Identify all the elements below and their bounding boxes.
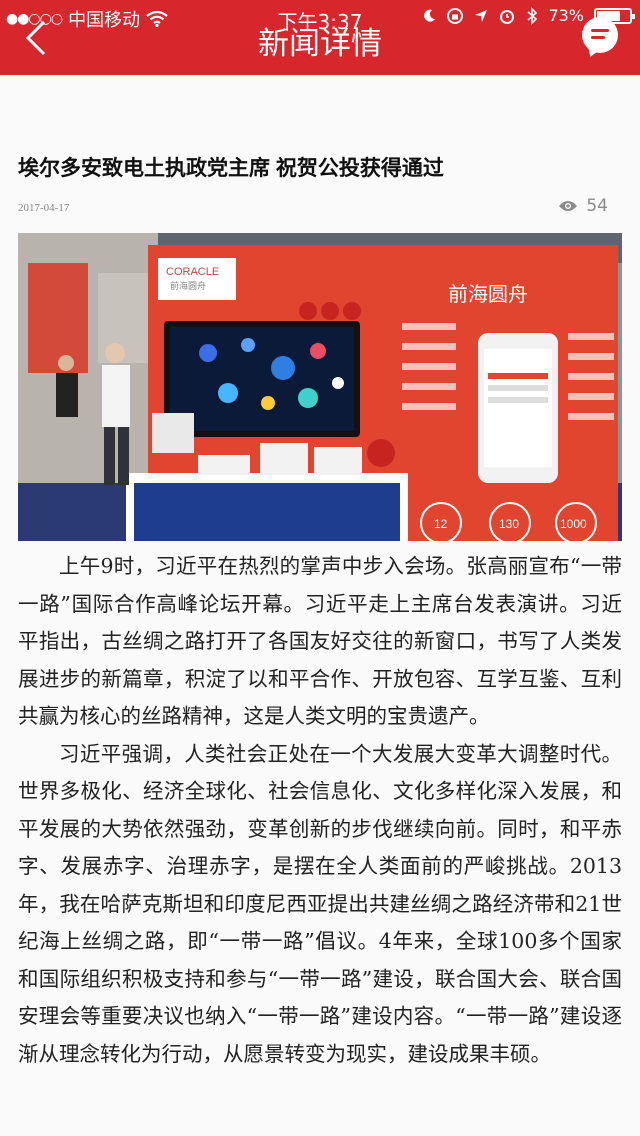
view-count: 54 [558, 196, 608, 216]
photo-stat-1: 12 [434, 517, 448, 531]
message-button[interactable] [582, 17, 618, 53]
eye-icon [559, 201, 578, 211]
article-title: 埃尔多安致电土执政党主席 祝贺公投获得通过 [18, 157, 444, 180]
page-title: 新闻详情 [258, 26, 382, 62]
article-paragraph: 上午9时，习近平在热烈的掌声中步入会场。张高丽宣布“一带一路”国际合作高峰论坛开… [18, 554, 622, 728]
nav-header: ●●○○○ 中国移动 下午3:37 73% 新闻详情 [0, 0, 640, 75]
photo-logo-text: CORACLE [166, 266, 219, 278]
photo-stat-2: 130 [499, 517, 519, 531]
article-date: 2017-04-17 [18, 202, 70, 214]
photo-booth-sign: 前海圆舟 [448, 282, 528, 306]
article-paragraph: 习近平强调，人类社会正处在一个大发展大变革大调整时代。世界多极化、经济全球化、社… [18, 741, 622, 1066]
photo-stat-3: 1000 [560, 517, 587, 531]
photo-logo-sub: 前海圆舟 [170, 280, 206, 292]
article-photo: CORACLE 前海圆舟 前海圆舟 12 130 1000 [18, 233, 622, 541]
view-count-value: 54 [586, 196, 608, 216]
article-body: 上午9时，习近平在热烈的掌声中步入会场。张高丽宣布“一带一路”国际合作高峰论坛开… [18, 548, 622, 1073]
